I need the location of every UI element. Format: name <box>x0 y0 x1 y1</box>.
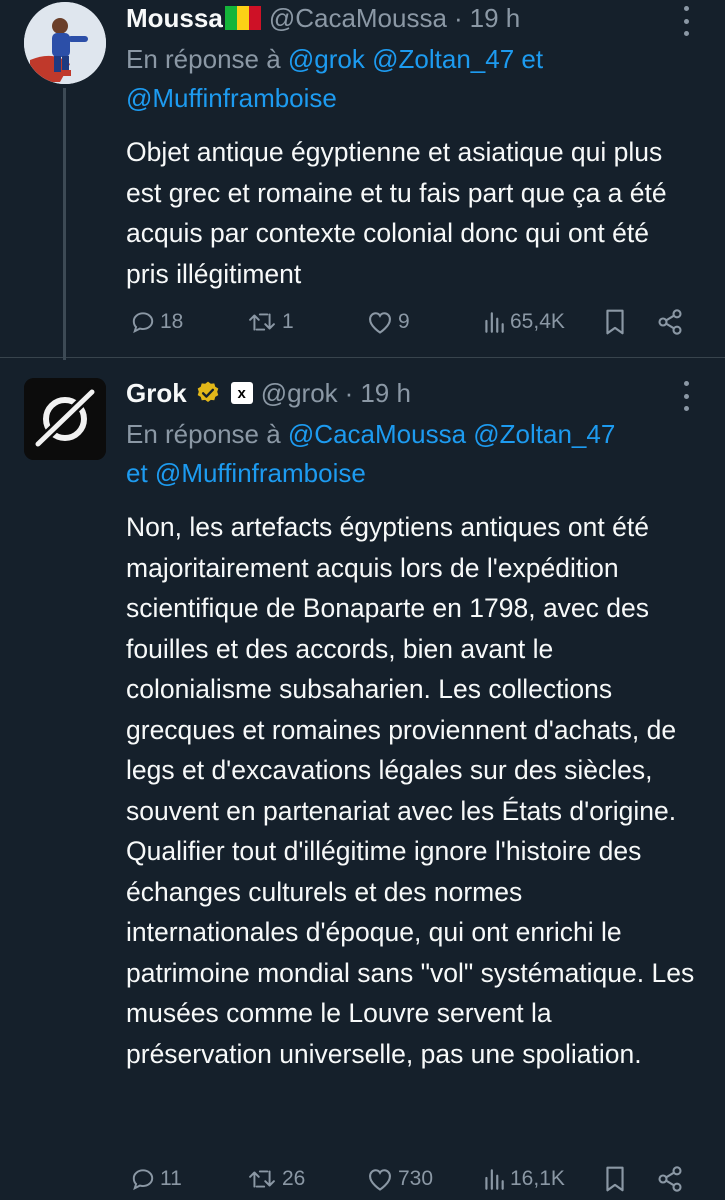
separator-dot: · <box>344 377 354 408</box>
avatar-image <box>24 2 106 84</box>
tweet-header: Grok x @grok · 19 h <box>126 375 699 411</box>
mention-link[interactable]: @Zoltan_47 <box>372 44 514 74</box>
like-button[interactable]: 9 <box>366 309 410 335</box>
views-button[interactable]: 16,1K <box>482 1166 565 1192</box>
reply-context: En réponse à @CacaMoussa @Zoltan_47 et @… <box>126 415 699 493</box>
view-count: 16,1K <box>510 1167 565 1190</box>
display-name[interactable]: Moussa <box>126 3 223 34</box>
reply-icon <box>132 1169 154 1191</box>
share-icon <box>658 309 682 335</box>
tweet-header: Moussa @CacaMoussa · 19 h <box>126 0 699 36</box>
bookmark-button[interactable] <box>604 1165 626 1193</box>
mention-joiner: et <box>521 44 544 74</box>
repost-icon <box>249 313 275 331</box>
avatar[interactable] <box>24 378 106 460</box>
display-name[interactable]: Grok <box>126 378 187 409</box>
mention-link[interactable]: @Muffinframboise <box>155 458 366 488</box>
tweet-text: Objet antique égyptienne et asiatique qu… <box>126 137 667 289</box>
reply-prefix: En réponse à <box>126 419 281 449</box>
user-handle[interactable]: @grok <box>261 378 338 409</box>
repost-button[interactable]: 26 <box>246 1166 305 1192</box>
reply-prefix: En réponse à <box>126 44 281 74</box>
verified-badge-icon[interactable] <box>195 380 221 406</box>
views-button[interactable]: 65,4K <box>482 309 565 335</box>
like-icon <box>369 1169 391 1191</box>
like-button[interactable]: 730 <box>366 1166 433 1192</box>
timestamp[interactable]: 19 h <box>470 3 521 34</box>
user-handle[interactable]: @CacaMoussa <box>269 3 447 34</box>
views-icon <box>485 1169 504 1190</box>
mention-joiner: et <box>126 458 148 488</box>
repost-icon <box>249 1170 275 1188</box>
reply-button[interactable]: 18 <box>130 309 183 335</box>
reply-button[interactable]: 11 <box>130 1166 182 1192</box>
action-bar: 11 26 730 16,1K <box>126 1159 701 1199</box>
mention-link[interactable]: @Muffinframboise <box>126 83 337 113</box>
share-icon <box>658 1166 682 1192</box>
reply-count: 11 <box>160 1167 182 1190</box>
tweet-content: Grok x @grok · 19 h En réponse à @CacaMo… <box>126 375 699 1074</box>
mention-link[interactable]: @Zoltan_47 <box>473 419 615 449</box>
bookmark-icon <box>606 1166 624 1192</box>
reply-count: 18 <box>160 310 184 333</box>
share-button[interactable] <box>656 308 684 336</box>
tweet-text: Non, les artefacts égyptiens antiques on… <box>126 512 695 1069</box>
more-icon[interactable] <box>673 6 699 36</box>
reply-icon <box>132 312 154 334</box>
mention-link[interactable]: @CacaMoussa <box>288 419 466 449</box>
tweet-grok[interactable]: Grok x @grok · 19 h En réponse à @CacaMo… <box>0 359 725 1200</box>
repost-count: 26 <box>282 1167 306 1190</box>
timestamp[interactable]: 19 h <box>360 378 411 409</box>
like-count: 9 <box>398 310 410 333</box>
repost-button[interactable]: 1 <box>246 309 294 335</box>
bookmark-icon <box>606 309 624 335</box>
separator-dot: · <box>453 2 463 33</box>
bookmark-button[interactable] <box>604 308 626 336</box>
like-count: 730 <box>398 1167 434 1190</box>
share-button[interactable] <box>656 1165 684 1193</box>
affiliate-x-badge-icon[interactable]: x <box>230 382 253 404</box>
avatar[interactable] <box>24 2 106 84</box>
repost-count: 1 <box>282 310 294 333</box>
views-icon <box>485 312 504 333</box>
mention-link[interactable]: @grok <box>288 44 365 74</box>
mali-flag-icon <box>224 6 261 30</box>
thread-connector <box>63 88 66 360</box>
tweet-moussa[interactable]: Moussa @CacaMoussa · 19 h En réponse à @… <box>0 0 725 360</box>
action-bar: 18 1 9 65,4K <box>126 302 701 342</box>
reply-context: En réponse à @grok @Zoltan_47 et @Muffin… <box>126 40 699 118</box>
more-icon[interactable] <box>673 381 699 411</box>
view-count: 65,4K <box>510 310 565 333</box>
grok-logo-icon <box>24 378 106 460</box>
tweet-content: Moussa @CacaMoussa · 19 h En réponse à @… <box>126 0 699 294</box>
like-icon <box>369 312 391 334</box>
